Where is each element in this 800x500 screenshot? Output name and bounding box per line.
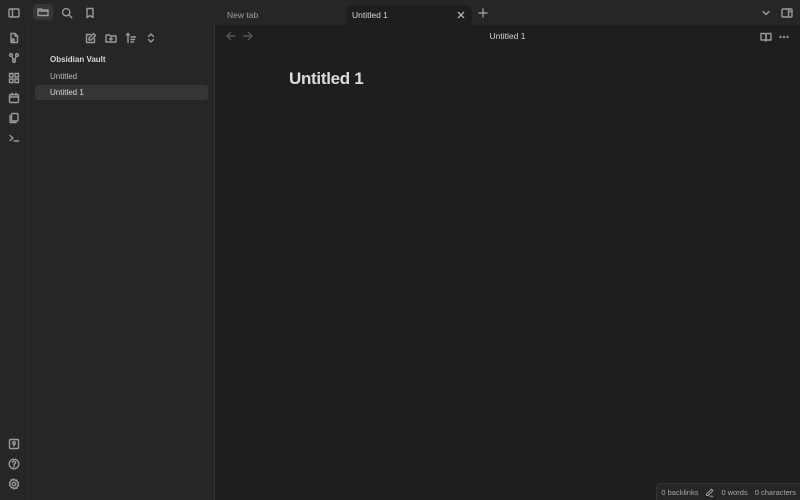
- bookmark-icon[interactable]: [82, 5, 97, 20]
- edit-pencil-icon[interactable]: [705, 487, 714, 497]
- folder-icon[interactable]: [33, 4, 53, 20]
- vault-switcher-icon[interactable]: [7, 437, 21, 451]
- tab-untitled-1[interactable]: Untitled 1: [346, 5, 472, 25]
- collapse-all-icon[interactable]: [144, 31, 158, 45]
- templates-icon[interactable]: [7, 111, 21, 125]
- editor-pane: Untitled 1 Untitled 1 0 backlinks 0 word…: [215, 25, 800, 500]
- nav-header: [28, 31, 214, 47]
- status-bar: 0 backlinks 0 words 0 characters: [656, 483, 800, 500]
- sidebar-toggle-icon[interactable]: [6, 6, 21, 20]
- vault-name[interactable]: Obsidian Vault: [50, 55, 106, 64]
- file-label: Untitled: [50, 72, 78, 81]
- search-icon[interactable]: [59, 5, 74, 20]
- settings-icon[interactable]: [7, 477, 21, 491]
- file-label: Untitled 1: [50, 88, 84, 97]
- ribbon: [0, 25, 28, 500]
- graph-view-icon[interactable]: [7, 51, 21, 65]
- help-icon[interactable]: [7, 457, 21, 471]
- file-item[interactable]: Untitled: [35, 69, 208, 84]
- reading-view-icon[interactable]: [759, 30, 772, 43]
- plus-icon[interactable]: [476, 6, 490, 20]
- canvas-icon[interactable]: [7, 71, 21, 85]
- right-sidebar-toggle-icon[interactable]: [779, 5, 794, 20]
- more-options-icon[interactable]: [777, 30, 790, 43]
- obsidian-window: New tab Untitled 1 Obsidian Vault Untitl…: [0, 0, 800, 500]
- close-icon[interactable]: [455, 9, 466, 20]
- character-count: 0 characters: [754, 487, 796, 497]
- file-explorer: Obsidian Vault Untitled Untitled 1: [28, 25, 215, 500]
- word-count: 0 words: [721, 487, 748, 497]
- note-title[interactable]: Untitled 1: [289, 69, 364, 89]
- open-quick-switcher-icon[interactable]: [7, 31, 21, 45]
- tab-new-tab[interactable]: New tab: [221, 5, 341, 25]
- new-folder-icon[interactable]: [104, 31, 118, 45]
- view-header: Untitled 1: [215, 25, 800, 47]
- title-bar: New tab Untitled 1: [0, 0, 800, 25]
- tab-label: New tab: [227, 10, 259, 20]
- sort-icon[interactable]: [124, 31, 138, 45]
- daily-note-icon[interactable]: [7, 91, 21, 105]
- chevron-down-icon[interactable]: [759, 6, 773, 20]
- backlinks-count[interactable]: 0 backlinks: [661, 488, 698, 497]
- new-note-icon[interactable]: [84, 31, 98, 45]
- tab-label: Untitled 1: [352, 10, 388, 20]
- file-item-active[interactable]: Untitled 1: [35, 85, 208, 100]
- command-palette-icon[interactable]: [7, 131, 21, 145]
- view-header-title[interactable]: Untitled 1: [215, 31, 800, 41]
